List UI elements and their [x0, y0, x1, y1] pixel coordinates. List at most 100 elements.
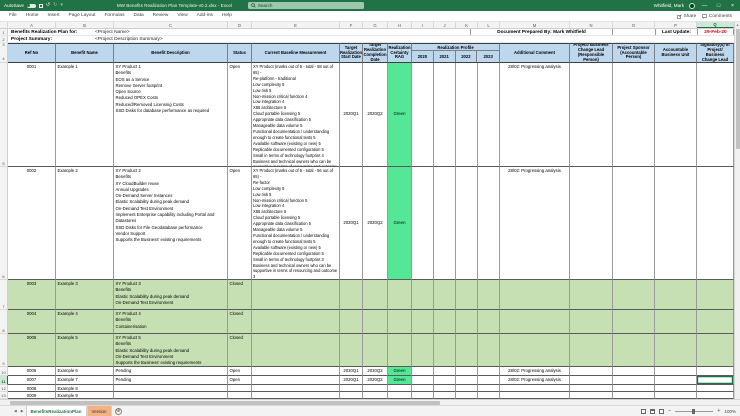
col-header-j[interactable]: J [434, 22, 456, 28]
sheet-tab-benefits-realization-plan[interactable]: BenefitsRealizationPlan [26, 406, 87, 416]
zoom-level[interactable]: 100% [724, 409, 736, 414]
tab-data[interactable]: Data [129, 11, 147, 21]
cell-start-date[interactable]: 2020Q1 [340, 63, 363, 167]
cell-change-lead[interactable] [570, 310, 613, 334]
cell-status[interactable]: Open [228, 167, 252, 280]
tab-view[interactable]: View [173, 11, 191, 21]
cell-comment[interactable] [500, 310, 570, 334]
cell-ref[interactable]: 0004 [8, 310, 56, 334]
cell-status[interactable]: Open [228, 63, 252, 167]
cell-2021[interactable] [434, 334, 456, 367]
cell-baseline[interactable] [252, 376, 340, 385]
cell-description[interactable]: XY Product 3 Benefits Elastic Scalabilit… [114, 280, 228, 310]
cell-2020[interactable] [412, 167, 434, 280]
horizontal-scrollbar[interactable] [0, 399, 740, 405]
cell-description[interactable]: XY Product 1 Benefits EOS as a Service R… [114, 63, 228, 167]
cell-benefit-name[interactable]: Example 2 [56, 167, 114, 280]
cell-completion-date[interactable]: 2020Q2 [363, 367, 388, 376]
cell-description[interactable] [114, 385, 228, 392]
cell-description[interactable]: XY Product 4 Benefits Containerisation [114, 310, 228, 334]
prepared-by-cell[interactable]: Document Prepared By: Mark Whitfield [470, 29, 613, 35]
col-header-f[interactable]: F [340, 22, 363, 28]
header-realization-profile[interactable]: Realization Profile [412, 44, 499, 51]
cell-rag[interactable]: Green [388, 167, 412, 280]
minimize-button[interactable]: — [700, 3, 709, 9]
summary-value[interactable]: <Project Description Summary> [95, 37, 163, 42]
header-project-sponsor[interactable]: Project Sponsor (Accountable Person) [613, 43, 655, 63]
header-year-2021[interactable]: 2021 [434, 51, 456, 62]
header-year-2022[interactable]: 2022 [456, 51, 478, 62]
col-header-g[interactable]: G [363, 22, 388, 28]
tab-file[interactable]: File [5, 11, 21, 21]
cell-signatory[interactable] [697, 280, 734, 310]
plan-for-label[interactable]: Benefits Realization Plan for: [11, 30, 77, 35]
cell-signatory[interactable] [697, 63, 734, 167]
cell-comment[interactable]: 28/02: Progressing analysis [500, 167, 570, 280]
col-header-m[interactable]: M [500, 22, 570, 28]
normal-view-icon[interactable] [641, 409, 646, 414]
cell-change-lead[interactable] [570, 367, 613, 376]
cell-2021[interactable] [434, 167, 456, 280]
cell-2022[interactable] [456, 385, 478, 392]
horizontal-scrollbar-thumb[interactable] [10, 401, 440, 405]
row-number[interactable]: 3 4 [0, 43, 8, 63]
last-update-value[interactable]: 29-Feb-20 [697, 29, 734, 35]
cell-baseline[interactable] [252, 392, 340, 399]
restore-button[interactable]: □ [714, 3, 723, 9]
cell-2023[interactable] [478, 63, 500, 167]
header-ref-no[interactable]: Ref No [8, 43, 56, 63]
cell-start-date[interactable] [340, 310, 363, 334]
cell-change-lead[interactable] [570, 385, 613, 392]
cell-rag[interactable] [388, 280, 412, 310]
cell-completion-date[interactable]: 2020Q2 [363, 63, 388, 167]
cell-2022[interactable] [456, 310, 478, 334]
cell-2023[interactable] [478, 385, 500, 392]
cell-change-lead[interactable] [570, 167, 613, 280]
cell-completion-date[interactable] [363, 280, 388, 310]
col-header-q-selected[interactable]: Q [697, 22, 734, 28]
cell-comment[interactable]: 28/02: Progressing analysis [500, 367, 570, 376]
cell-baseline[interactable] [252, 310, 340, 334]
cell-2023[interactable] [478, 280, 500, 310]
cell-completion-date[interactable] [363, 385, 388, 392]
row-number[interactable]: 5 [0, 63, 8, 167]
tab-add-ins[interactable]: Add-ins [193, 11, 217, 21]
cell-2022[interactable] [456, 63, 478, 167]
cell-status[interactable]: Open [228, 367, 252, 376]
cell-start-date[interactable] [340, 334, 363, 367]
cell-benefit-name[interactable]: Example 8 [56, 385, 114, 392]
row-number[interactable]: 8 [0, 310, 8, 334]
cell-unit[interactable] [655, 167, 697, 280]
new-sheet-button[interactable]: ⊕ [115, 408, 122, 415]
cell-signatory[interactable] [697, 310, 734, 334]
col-header-n[interactable]: N [570, 22, 613, 28]
cell-ref[interactable]: 0001 [8, 63, 56, 167]
cell-unit[interactable] [655, 367, 697, 376]
header-completion-date[interactable]: Target Realization Completion Date [363, 43, 388, 63]
header-benefit-description[interactable]: Benefit Description [114, 43, 228, 63]
selected-cell[interactable] [697, 376, 734, 385]
plan-for-value[interactable]: <Project Name> [95, 30, 130, 35]
col-header-d[interactable]: D [228, 22, 252, 28]
row-number[interactable]: 2 [0, 36, 8, 42]
avatar[interactable] [689, 3, 695, 9]
cell-unit[interactable] [655, 392, 697, 399]
cell-rag[interactable]: Green [388, 63, 412, 167]
tab-insert[interactable]: Insert [44, 11, 64, 21]
close-button[interactable]: × [728, 3, 737, 9]
cell-2022[interactable] [456, 167, 478, 280]
cell-ref[interactable]: 0003 [8, 280, 56, 310]
cell-ref[interactable]: 0007 [8, 376, 56, 385]
cell-completion-date[interactable] [363, 392, 388, 399]
cell-sponsor[interactable] [613, 334, 655, 367]
tab-page-layout[interactable]: Page Layout [65, 11, 100, 21]
cell-ref[interactable]: 0008 [8, 385, 56, 392]
cell-signatory[interactable] [697, 367, 734, 376]
cell-benefit-name[interactable]: Example 3 [56, 280, 114, 310]
cell-2021[interactable] [434, 385, 456, 392]
cell-change-lead[interactable] [570, 63, 613, 167]
header-year-2023[interactable]: 2023 [477, 51, 499, 62]
cell-start-date[interactable] [340, 280, 363, 310]
cell-unit[interactable] [655, 310, 697, 334]
cell-description[interactable] [114, 392, 228, 399]
